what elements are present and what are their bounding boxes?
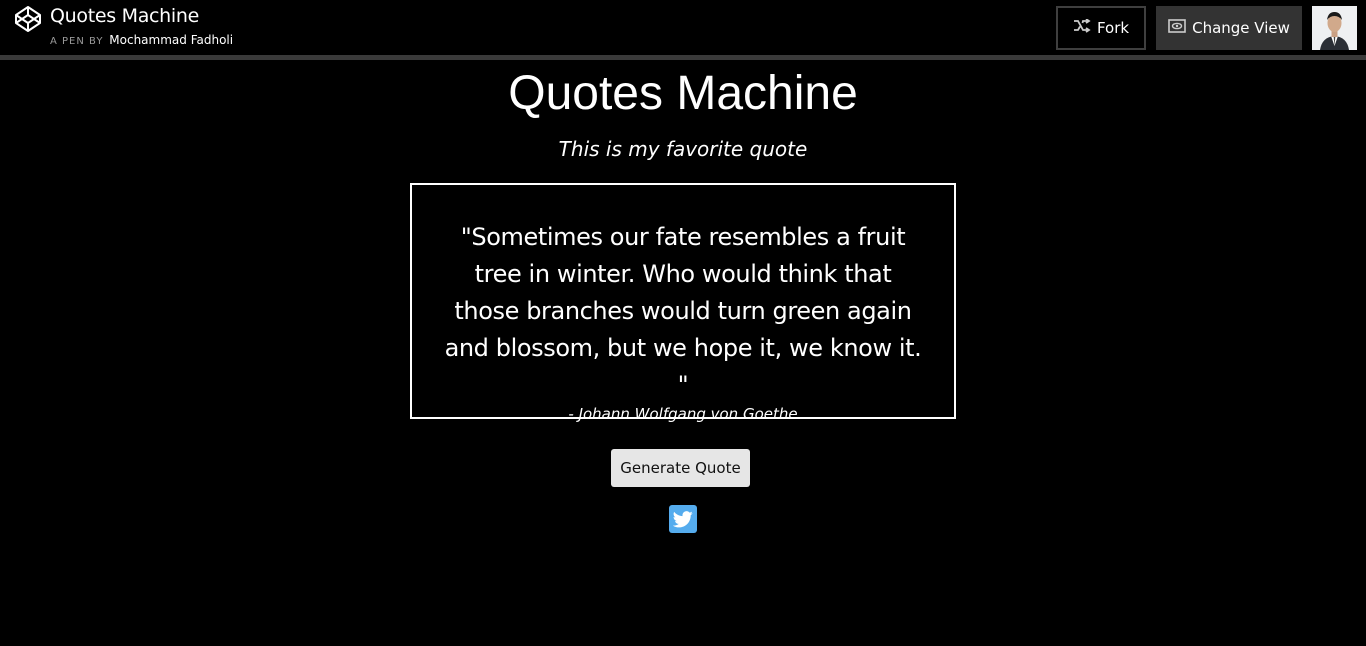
change-view-label: Change View: [1192, 19, 1290, 37]
eye-icon: [1168, 19, 1186, 37]
fork-icon: [1073, 18, 1091, 37]
page-title: Quotes Machine: [508, 67, 858, 120]
quote-text: "Sometimes our fate resembles a fruit tr…: [444, 223, 922, 399]
codepen-icon[interactable]: [14, 5, 42, 33]
top-bar: Quotes Machine A PEN BY Mochammad Fadhol…: [0, 0, 1366, 60]
fork-button[interactable]: Fork: [1056, 6, 1146, 50]
user-avatar[interactable]: [1312, 6, 1357, 50]
quote-box: "Sometimes our fate resembles a fruit tr…: [410, 183, 956, 423]
pen-author-line: A PEN BY Mochammad Fadholi: [50, 33, 233, 47]
pen-by-prefix: A PEN BY: [50, 36, 104, 47]
change-view-button[interactable]: Change View: [1156, 6, 1302, 50]
quote-author: - Johann Wolfgang von Goethe: [568, 405, 798, 423]
fork-label: Fork: [1096, 19, 1130, 37]
pen-author-link[interactable]: Mochammad Fadholi: [109, 33, 233, 47]
twitter-icon[interactable]: [669, 505, 697, 533]
page-subtitle: This is my favorite quote: [558, 137, 808, 161]
generate-quote-button[interactable]: Generate Quote: [611, 449, 750, 487]
pen-title[interactable]: Quotes Machine: [50, 5, 199, 27]
